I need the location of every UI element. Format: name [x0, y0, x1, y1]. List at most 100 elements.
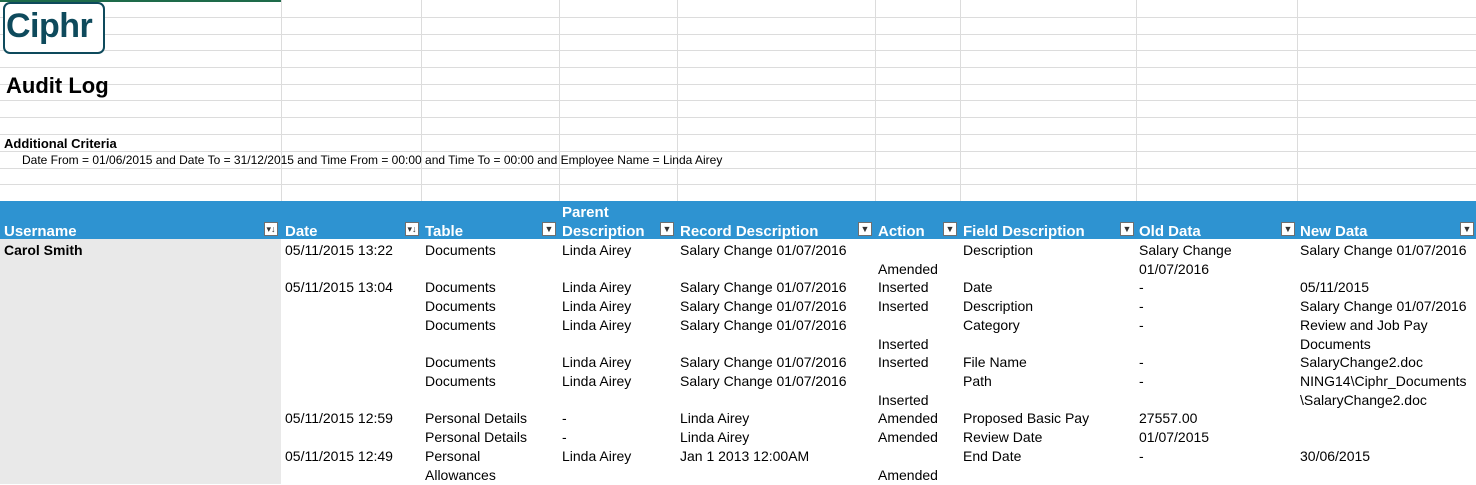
cell-new-data: Review and Job Pay: [1300, 317, 1428, 333]
cell-old-data: Salary Change: [1139, 242, 1232, 258]
cell-old-data: -: [1139, 354, 1144, 370]
cell-field-description: Category: [963, 317, 1020, 333]
cell-date: 05/11/2015 13:22: [285, 242, 393, 258]
cell-table: Personal Details: [425, 429, 527, 445]
cell-parent-description: -: [562, 410, 567, 426]
cell-parent-description: Linda Airey: [562, 317, 632, 333]
cell-action: Inserted: [878, 336, 929, 352]
filter-dropdown-icon[interactable]: ▼: [660, 222, 674, 236]
criteria-text: Date From = 01/06/2015 and Date To = 31/…: [22, 153, 723, 167]
grid-line: [0, 34, 1476, 35]
cell-action: Amended: [878, 429, 938, 445]
cell-parent-description: Linda Airey: [562, 354, 632, 370]
grid-line: [0, 184, 1476, 185]
username-cell: Carol Smith: [4, 242, 83, 258]
cell-field-description: Description: [963, 242, 1034, 258]
cell-new-data: \SalaryChange2.doc: [1300, 392, 1427, 408]
page-title: Audit Log: [6, 73, 109, 98]
cell-old-data: 01/07/2016: [1139, 261, 1210, 277]
col-new: New Data: [1300, 223, 1368, 240]
cell-parent-description: Linda Airey: [562, 279, 632, 295]
grid-line: [281, 0, 282, 201]
cell-action: Amended: [878, 467, 938, 483]
cell-field-description: Description: [963, 298, 1034, 314]
grid-line: [875, 0, 876, 201]
grid-line: [0, 117, 1476, 118]
spreadsheet: Ciphr Audit Log Additional Criteria Date…: [0, 0, 1476, 484]
cell-action: Inserted: [878, 392, 929, 408]
cell-record-description: Jan 1 2013 12:00AM: [680, 448, 810, 464]
grid-line: [0, 84, 1476, 85]
cell-record-description: Linda Airey: [680, 410, 750, 426]
grid-line: [0, 67, 1476, 68]
cell-parent-description: Linda Airey: [562, 242, 632, 258]
grid-line: [0, 100, 1476, 101]
cell-table: Documents: [425, 317, 496, 333]
cell-parent-description: Linda Airey: [562, 373, 632, 389]
cell-table: Documents: [425, 298, 496, 314]
username-cell-bg: [0, 239, 281, 484]
cell-parent-description: -: [562, 429, 567, 445]
grid-line: [0, 50, 1476, 51]
grid-line: [677, 0, 678, 201]
grid-line: [0, 168, 1476, 169]
grid-line: [1136, 0, 1137, 201]
cell-action: Amended: [878, 410, 938, 426]
sort-filter-icon[interactable]: ▾↓: [264, 222, 278, 236]
cell-new-data: Documents: [1300, 336, 1371, 352]
col-parent-line1: Parent: [562, 204, 609, 221]
cell-table: Documents: [425, 373, 496, 389]
cell-field-description: Path: [963, 373, 992, 389]
cell-record-description: Salary Change 01/07/2016: [680, 373, 847, 389]
cell-action: Inserted: [878, 279, 929, 295]
filter-dropdown-icon[interactable]: ▼: [542, 222, 556, 236]
cell-new-data: SalaryChange2.doc: [1300, 354, 1423, 370]
cell-table: Personal Details: [425, 410, 527, 426]
cell-field-description: Date: [963, 279, 993, 295]
cell-field-description: End Date: [963, 448, 1022, 464]
cell-old-data: 27557.00: [1139, 410, 1198, 426]
table-header: Username Date Table Parent Description R…: [0, 201, 1476, 240]
cell-action: Inserted: [878, 298, 929, 314]
cell-table: Personal: [425, 448, 481, 464]
col-table: Table: [425, 223, 464, 240]
filter-dropdown-icon[interactable]: ▼: [858, 222, 872, 236]
logo-text: Ciphr: [6, 8, 97, 44]
cell-table: Allowances: [425, 467, 496, 483]
filter-dropdown-icon[interactable]: ▼: [1120, 222, 1134, 236]
col-field: Field Description: [963, 223, 1085, 240]
ciphr-logo: Ciphr: [3, 2, 105, 54]
cell-date: 05/11/2015 12:59: [285, 410, 393, 426]
grid-line: [0, 134, 1476, 135]
cell-record-description: Salary Change 01/07/2016: [680, 279, 847, 295]
filter-dropdown-icon[interactable]: ▼: [1281, 222, 1295, 236]
grid-line: [960, 0, 961, 201]
cell-old-data: -: [1139, 317, 1144, 333]
cell-new-data: 05/11/2015: [1300, 279, 1370, 295]
col-old: Old Data: [1139, 223, 1201, 240]
filter-dropdown-icon[interactable]: ▼: [943, 222, 957, 236]
cell-new-data: 30/06/2015: [1300, 448, 1371, 464]
cell-record-description: Salary Change 01/07/2016: [680, 354, 847, 370]
col-date: Date: [285, 223, 318, 240]
cell-old-data: 01/07/2015: [1139, 429, 1210, 445]
cell-table: Documents: [425, 354, 496, 370]
cell-field-description: File Name: [963, 354, 1027, 370]
cell-new-data: Salary Change 01/07/2016: [1300, 242, 1467, 258]
grid-line: [559, 0, 560, 201]
cell-date: 05/11/2015 13:04: [285, 279, 393, 295]
cell-record-description: Salary Change 01/07/2016: [680, 317, 847, 333]
cell-old-data: -: [1139, 448, 1144, 464]
cell-new-data: Salary Change 01/07/2016: [1300, 298, 1467, 314]
cell-field-description: Review Date: [963, 429, 1043, 445]
cell-new-data: NING14\Ciphr_Documents: [1300, 373, 1467, 389]
col-parent-line2: Description: [562, 223, 645, 240]
sort-filter-icon[interactable]: ▾↓: [405, 222, 419, 236]
col-record: Record Description: [680, 223, 819, 240]
cell-action: Amended: [878, 261, 938, 277]
filter-dropdown-icon[interactable]: ▼: [1460, 222, 1474, 236]
cell-field-description: Proposed Basic Pay: [963, 410, 1090, 426]
grid-line: [0, 151, 1476, 152]
cell-table: Documents: [425, 242, 496, 258]
cell-record-description: Linda Airey: [680, 429, 750, 445]
